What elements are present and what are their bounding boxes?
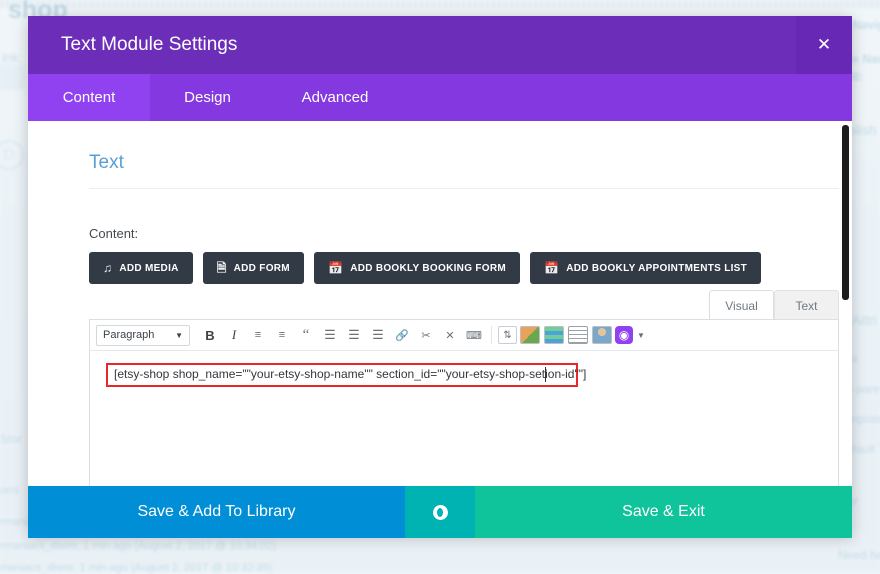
- background-store-label: Stor: [0, 432, 22, 446]
- editor-toolbar: Paragraph ▼ B I ≡ ≡ “ ☰ ☰ ☰ 🔗 ✂ ✕ ⌨ ⇅: [90, 320, 838, 351]
- chevron-down-icon: ▼: [175, 331, 183, 340]
- tab-content[interactable]: Content: [28, 74, 150, 121]
- background-revision-row: rmaniacs_dismr, 1 min ago (August 2, 201…: [0, 540, 276, 552]
- tab-advanced[interactable]: Advanced: [265, 74, 405, 121]
- insert-read-more-icon[interactable]: ✕: [439, 324, 461, 346]
- keyboard-shortcuts-icon[interactable]: ⌨: [463, 324, 485, 346]
- add-bookly-booking-form-label: ADD BOOKLY BOOKING FORM: [350, 263, 506, 274]
- calendar-icon: 📅: [328, 262, 343, 274]
- media-button-group: ♫ ADD MEDIA 🗎 ADD FORM 📅 ADD BOOKLY BOOK…: [89, 252, 761, 284]
- add-bookly-appointments-list-label: ADD BOOKLY APPOINTMENTS LIST: [566, 263, 747, 274]
- background-permalink-label: ink:: [2, 50, 22, 65]
- blockquote-icon[interactable]: “: [295, 324, 317, 346]
- editor-mode-tabs: Visual Text: [709, 290, 839, 320]
- save-and-exit-button[interactable]: Save & Exit: [475, 486, 852, 538]
- italic-icon[interactable]: I: [223, 324, 245, 346]
- section-title: Text: [89, 152, 124, 174]
- add-form-button[interactable]: 🗎 ADD FORM: [203, 252, 304, 284]
- add-person-glyph: [592, 326, 612, 344]
- background-divi-logo: D: [0, 140, 24, 170]
- paragraph-format-select[interactable]: Paragraph ▼: [96, 325, 190, 346]
- add-slider-icon[interactable]: [543, 324, 565, 346]
- media-icon: ♫: [103, 262, 112, 274]
- align-right-icon[interactable]: ☰: [367, 324, 389, 346]
- editor-shortcode-text: [etsy-shop shop_name=""your-etsy-shop-na…: [114, 367, 586, 381]
- tab-text[interactable]: Text: [774, 290, 839, 320]
- add-shortcode-glyph: [520, 326, 540, 344]
- divi-builder-icon[interactable]: ◉: [615, 326, 633, 344]
- section-divider: [89, 188, 839, 189]
- background-need-help-link: Need help: [838, 548, 880, 562]
- align-center-icon[interactable]: ☰: [343, 324, 365, 346]
- background-add-media-button: [0, 64, 26, 90]
- add-form-label: ADD FORM: [234, 263, 290, 274]
- tab-design[interactable]: Design: [150, 74, 265, 121]
- close-icon[interactable]: ✕: [796, 16, 852, 74]
- modal-scrollbar[interactable]: [842, 125, 849, 300]
- admin-bar: [0, 0, 880, 8]
- modal-title: Text Module Settings: [61, 16, 237, 74]
- content-field-label: Content:: [89, 226, 138, 241]
- bold-icon[interactable]: B: [199, 324, 221, 346]
- add-media-button[interactable]: ♫ ADD MEDIA: [89, 252, 193, 284]
- modal-footer: Save & Add To Library Save & Exit: [28, 486, 852, 538]
- align-left-icon[interactable]: ☰: [319, 324, 341, 346]
- form-icon: 🗎: [217, 262, 227, 274]
- modal-tab-bar: Content Design Advanced: [28, 74, 852, 121]
- preview-eye-icon: [433, 505, 448, 520]
- add-shortcode-icon[interactable]: [519, 324, 541, 346]
- calendar-icon: 📅: [544, 262, 559, 274]
- background-revision-row: maniacs_dismr, 1 min ago (August 2, 2017…: [0, 562, 272, 574]
- background-sidebar-item: Attri: [852, 312, 877, 328]
- add-table-glyph: [568, 326, 588, 344]
- text-module-settings-modal: Text Module Settings ✕ Content Design Ad…: [28, 16, 852, 536]
- modal-body: Text Content: ♫ ADD MEDIA 🗎 ADD FORM 📅 A…: [28, 121, 852, 536]
- add-media-label: ADD MEDIA: [119, 263, 178, 274]
- toolbar-divider: [491, 326, 492, 344]
- background-revisions-label: ons: [0, 483, 19, 497]
- add-bookly-appointments-list-button[interactable]: 📅 ADD BOOKLY APPOINTMENTS LIST: [530, 252, 761, 284]
- numbered-list-icon[interactable]: ≡: [271, 324, 293, 346]
- tab-visual[interactable]: Visual: [709, 290, 774, 320]
- chevron-down-icon[interactable]: ▼: [635, 324, 647, 346]
- save-and-add-to-library-button[interactable]: Save & Add To Library: [28, 486, 405, 538]
- remove-link-icon[interactable]: ✂: [415, 324, 437, 346]
- background-sidebar-item: mplate: [848, 412, 880, 426]
- modal-header: Text Module Settings ✕: [28, 16, 852, 74]
- background-sidebar-item: blish: [848, 122, 877, 138]
- text-cursor: [545, 367, 546, 382]
- add-slider-glyph: [544, 326, 564, 344]
- insert-link-icon[interactable]: 🔗: [391, 324, 413, 346]
- preview-button[interactable]: [405, 486, 475, 538]
- paragraph-format-value: Paragraph: [103, 329, 154, 341]
- add-bookly-booking-form-button[interactable]: 📅 ADD BOOKLY BOOKING FORM: [314, 252, 520, 284]
- toolbar-toggle-icon[interactable]: ⇅: [498, 326, 517, 344]
- bulleted-list-icon[interactable]: ≡: [247, 324, 269, 346]
- add-person-icon[interactable]: [591, 324, 613, 346]
- add-table-icon[interactable]: [567, 324, 589, 346]
